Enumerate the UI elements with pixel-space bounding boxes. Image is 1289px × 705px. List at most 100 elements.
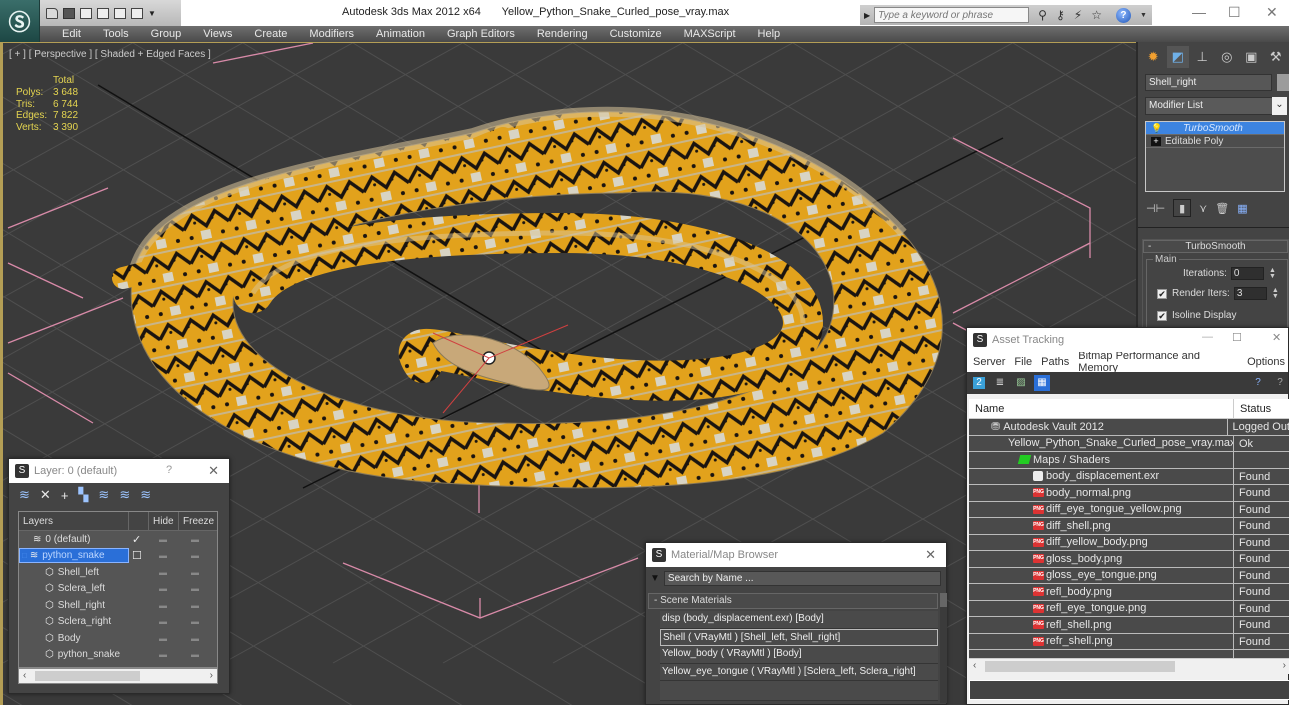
select-objects-icon[interactable]: ▚ bbox=[78, 487, 88, 503]
rollout-header[interactable]: - TurboSmooth bbox=[1143, 240, 1288, 253]
maximize-button[interactable]: ☐ bbox=[1232, 331, 1242, 344]
set-current-layer-icon[interactable]: ≋ bbox=[119, 487, 130, 503]
delete-layer-icon[interactable]: ✕ bbox=[40, 487, 51, 503]
asset-row[interactable]: PNG diff_shell.png Found bbox=[969, 518, 1289, 535]
column-current[interactable] bbox=[129, 512, 149, 530]
asset-row[interactable]: PNG refl_shell.png Found bbox=[969, 617, 1289, 634]
scroll-right-icon[interactable]: › bbox=[210, 669, 213, 683]
hide-toggle[interactable]: ▬ bbox=[159, 601, 167, 610]
menu-help[interactable]: Help bbox=[758, 28, 781, 40]
layer-row[interactable]: ⬡ Body ▬ ▬ bbox=[19, 630, 217, 647]
current-layer-indicator[interactable]: ☐ bbox=[132, 549, 142, 562]
scroll-thumb[interactable] bbox=[35, 671, 140, 681]
menu-views[interactable]: Views bbox=[203, 28, 232, 40]
hide-toggle[interactable]: ▬ bbox=[159, 617, 167, 626]
spinner-arrows-icon[interactable]: ▲ ▼ bbox=[1271, 287, 1280, 300]
create-layer-icon[interactable]: ≋ bbox=[19, 487, 30, 503]
help-icon[interactable]: ? bbox=[1115, 7, 1131, 23]
satellite-icon[interactable]: ⚡ bbox=[1074, 8, 1082, 22]
save-icon[interactable] bbox=[63, 7, 75, 19]
qat-dropdown-icon[interactable]: ▼ bbox=[148, 9, 156, 18]
help-dropdown-icon[interactable]: ▼ bbox=[1140, 12, 1147, 19]
asset-row[interactable]: PNG body_normal.png Found bbox=[969, 485, 1289, 502]
project-folder-icon[interactable] bbox=[97, 7, 109, 19]
layer-window-titlebar[interactable]: S Layer: 0 (default) ? ✕ bbox=[9, 459, 229, 483]
chevron-down-icon[interactable]: ⌄ bbox=[1272, 97, 1287, 115]
app-menu-button[interactable]: Ⓢ bbox=[0, 0, 40, 42]
stack-item-editable-poly[interactable]: + Editable Poly bbox=[1146, 135, 1284, 148]
menu-create[interactable]: Create bbox=[254, 28, 287, 40]
asset-row[interactable]: PNG gloss_eye_tongue.png Found bbox=[969, 567, 1289, 584]
search-input[interactable] bbox=[874, 7, 1030, 23]
horizontal-scrollbar[interactable]: ‹ › bbox=[18, 668, 218, 684]
asset-row[interactable]: PNG diff_yellow_body.png Found bbox=[969, 534, 1289, 551]
freeze-toggle[interactable]: ▬ bbox=[191, 568, 199, 577]
close-button[interactable]: ✕ bbox=[1266, 4, 1278, 21]
layer-row[interactable]: ≋ 0 (default) ✓ ▬ ▬ bbox=[19, 531, 217, 548]
isoline-checkbox[interactable]: ✔ bbox=[1157, 310, 1167, 321]
menu-tools[interactable]: Tools bbox=[103, 28, 129, 40]
asset-menu-server[interactable]: Server bbox=[973, 356, 1005, 368]
help-button[interactable]: ? bbox=[166, 464, 172, 476]
hide-toggle[interactable]: ▬ bbox=[159, 634, 167, 643]
close-button[interactable]: ✕ bbox=[925, 547, 936, 563]
material-item[interactable]: disp (body_displacement.exr) [Body] bbox=[660, 611, 938, 629]
make-unique-icon[interactable]: ⋎ bbox=[1199, 202, 1207, 215]
object-name-field[interactable] bbox=[1145, 74, 1272, 91]
open-folder-icon[interactable] bbox=[46, 7, 58, 19]
scroll-right-icon[interactable]: › bbox=[1283, 659, 1286, 673]
hide-toggle[interactable]: ▬ bbox=[159, 535, 167, 544]
menu-customize[interactable]: Customize bbox=[610, 28, 662, 40]
maximize-button[interactable]: ☐ bbox=[1228, 4, 1241, 21]
asset-tracking-titlebar[interactable]: S Asset Tracking — ☐ ✕ bbox=[967, 328, 1288, 352]
hierarchy-tab-icon[interactable]: ⊥ bbox=[1191, 46, 1214, 68]
menu-group[interactable]: Group bbox=[151, 28, 182, 40]
viewport-label[interactable]: [ + ] [ Perspective ] [ Shaded + Edged F… bbox=[9, 49, 211, 60]
menu-edit[interactable]: Edit bbox=[62, 28, 81, 40]
expand-plus-icon[interactable]: + bbox=[1151, 136, 1161, 146]
hold-icon[interactable] bbox=[131, 7, 143, 19]
display-tab-icon[interactable]: ▣ bbox=[1240, 46, 1263, 68]
material-search-input[interactable]: Search by Name ... bbox=[663, 570, 941, 586]
stack-item-turbosmooth[interactable]: 💡 TurboSmooth bbox=[1146, 122, 1284, 135]
asset-row[interactable]: PNG gloss_body.png Found bbox=[969, 551, 1289, 568]
freeze-toggle[interactable]: ▬ bbox=[191, 551, 199, 560]
layer-row[interactable]: □ ≋ python_snake ☐ ▬ ▬ bbox=[19, 548, 217, 565]
asset-row[interactable]: body_displacement.exr Found bbox=[969, 468, 1289, 485]
lightbulb-icon[interactable]: 💡 bbox=[1151, 122, 1162, 135]
expand-search-icon[interactable]: ▶ bbox=[864, 11, 870, 20]
layer-row[interactable]: ⬡ Sclera_right ▬ ▬ bbox=[19, 614, 217, 631]
scroll-left-icon[interactable]: ‹ bbox=[23, 669, 26, 683]
help-icon[interactable]: ? bbox=[1252, 377, 1264, 389]
column-layers[interactable]: Layers bbox=[19, 512, 129, 530]
asset-row[interactable]: PNG refl_eye_tongue.png Found bbox=[969, 600, 1289, 617]
close-button[interactable]: ✕ bbox=[1272, 331, 1281, 344]
select-layer-icon[interactable]: ≋ bbox=[98, 487, 109, 503]
options-dropdown-icon[interactable]: ▼ bbox=[650, 573, 660, 584]
refresh-icon[interactable]: 2 bbox=[973, 377, 985, 389]
column-hide[interactable]: Hide bbox=[149, 512, 179, 530]
modifier-list-dropdown[interactable]: Modifier List ⌄ bbox=[1145, 97, 1287, 115]
layer-row[interactable]: ⬡ Shell_left ▬ ▬ bbox=[19, 564, 217, 581]
material-item[interactable]: Shell ( VRayMtl ) [Shell_left, Shell_rig… bbox=[660, 628, 938, 646]
collapse-icon[interactable]: - bbox=[1148, 241, 1151, 252]
column-freeze[interactable]: Freeze bbox=[179, 512, 217, 530]
remove-modifier-icon[interactable]: 🗑 bbox=[1215, 202, 1229, 215]
freeze-toggle[interactable]: ▬ bbox=[191, 584, 199, 593]
key-icon[interactable]: ⚷ bbox=[1056, 8, 1065, 22]
layer-row[interactable]: ⬡ Sclera_left ▬ ▬ bbox=[19, 581, 217, 598]
scroll-thumb[interactable] bbox=[940, 593, 947, 607]
modify-tab-icon[interactable]: ◩ bbox=[1166, 46, 1189, 68]
freeze-toggle[interactable]: ▬ bbox=[191, 634, 199, 643]
hide-toggle[interactable]: ▬ bbox=[159, 551, 167, 560]
render-iters-spinner[interactable]: 3 bbox=[1233, 287, 1267, 300]
expand-box-icon[interactable]: □ bbox=[22, 551, 27, 560]
freeze-toggle[interactable]: ▬ bbox=[191, 535, 199, 544]
binoculars-icon[interactable]: ⚲ bbox=[1038, 8, 1047, 22]
menu-maxscript[interactable]: MAXScript bbox=[684, 28, 736, 40]
hide-unhide-all-icon[interactable]: ≋ bbox=[140, 487, 151, 503]
show-end-result-icon[interactable]: ▮ bbox=[1173, 199, 1192, 217]
layer-row[interactable]: ⬡ Shell_right ▬ ▬ bbox=[19, 597, 217, 614]
render-iters-checkbox[interactable]: ✔ bbox=[1157, 288, 1167, 299]
menu-animation[interactable]: Animation bbox=[376, 28, 425, 40]
